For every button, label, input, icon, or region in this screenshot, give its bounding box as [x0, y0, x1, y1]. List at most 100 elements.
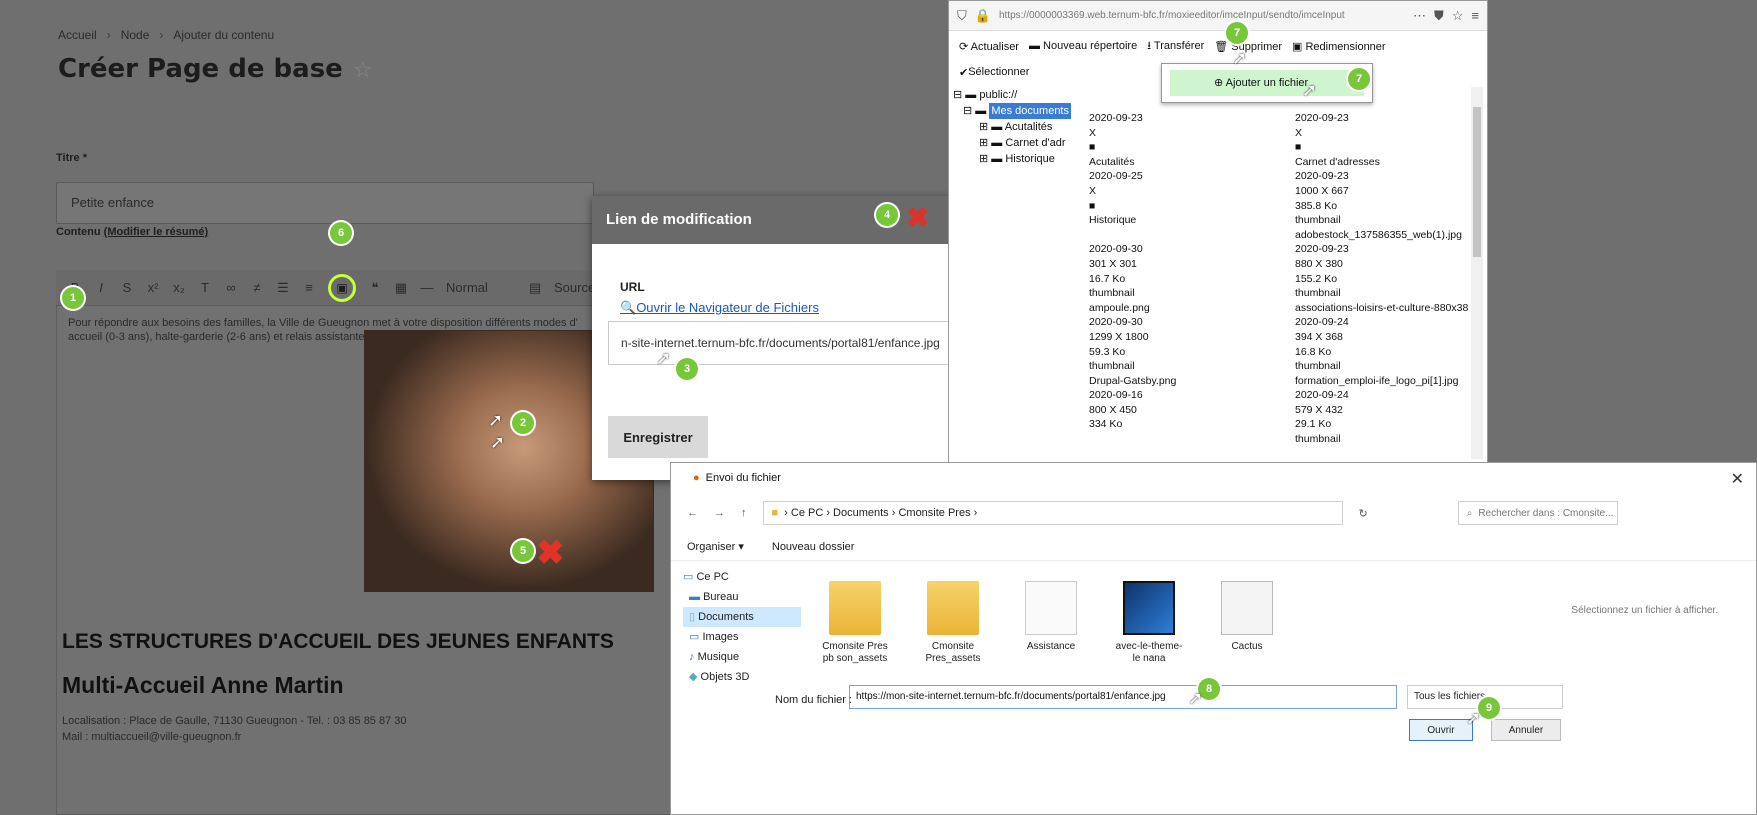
open-button[interactable]: Ouvrir — [1409, 719, 1473, 741]
file-column-2[interactable]: 2020-09-23 X ■ Carnet d'adresses 2020-09-23 1… — [1295, 111, 1481, 447]
file-grid-cell[interactable]: X — [1089, 184, 1289, 199]
file-item[interactable]: avec-le-theme-le nana — [1113, 581, 1185, 665]
open-file-browser-link[interactable]: 🔍Ouvrir le Navigateur de Fichiers — [620, 300, 819, 316]
file-column-1[interactable]: 2020-09-23 X ■ Acutalités 2020-09-25 X ■ Histor… — [1089, 111, 1289, 432]
file-grid-scrollbar[interactable] — [1471, 87, 1483, 459]
star-icon[interactable]: ☆ — [353, 58, 373, 83]
clear-format-icon[interactable]: T — [198, 280, 212, 295]
file-grid-cell[interactable]: 16.8 Ko — [1295, 345, 1481, 360]
organize-button[interactable]: Organiser ▾ — [687, 540, 744, 553]
file-grid-cell[interactable]: thumbnail — [1295, 432, 1481, 447]
side-item-images[interactable]: ▭ Images — [683, 627, 801, 647]
file-item[interactable]: Cmonsite Pres_assets — [917, 581, 989, 665]
file-grid-cell[interactable]: 2020-09-24 — [1295, 388, 1481, 403]
file-item[interactable]: Cmonsite Pres pb son_assets — [819, 581, 891, 665]
side-item-pc[interactable]: ▭ Ce PC — [683, 567, 801, 587]
file-grid-cell[interactable]: 2020-09-23 — [1295, 242, 1481, 257]
file-grid-cell[interactable]: 579 X 432 — [1295, 403, 1481, 418]
side-item-documents[interactable]: ▯ Documents — [683, 607, 801, 627]
close-icon[interactable]: ✕ — [1731, 469, 1744, 489]
italic-icon[interactable]: I — [94, 280, 108, 295]
back-icon[interactable]: ← — [687, 507, 698, 519]
pocket-icon[interactable]: ⛊ — [1434, 8, 1444, 24]
refresh-button[interactable]: ⟳ Actualiser — [959, 40, 1019, 53]
file-grid-cell[interactable]: 2020-09-30 — [1089, 242, 1289, 257]
file-grid-cell[interactable]: associations-loisirs-et-culture-880x38 — [1295, 301, 1481, 316]
forward-icon[interactable]: → — [714, 507, 725, 519]
upload-button[interactable]: ⭳ Transférer — [1147, 37, 1204, 56]
file-grid-cell[interactable]: 385.8 Ko — [1295, 199, 1481, 214]
bullet-list-icon[interactable]: ☰ — [276, 280, 290, 296]
breadcrumb-node[interactable]: Node — [121, 28, 150, 42]
superscript-icon[interactable]: x² — [146, 280, 160, 295]
tree-item-carnet[interactable]: ⊞ ▬ Carnet d'adr — [953, 135, 1079, 151]
file-item[interactable]: Cactus — [1211, 581, 1283, 665]
file-grid-cell[interactable]: adobestock_137586355_web(1).jpg — [1295, 228, 1481, 243]
hr-icon[interactable]: — — [420, 280, 434, 295]
link-icon[interactable]: ∞ — [224, 280, 238, 295]
file-grid-cell[interactable]: 2020-09-16 — [1089, 388, 1289, 403]
file-grid-cell[interactable]: 1299 X 1800 — [1089, 330, 1289, 345]
file-grid-cell[interactable]: 800 X 450 — [1089, 403, 1289, 418]
tree-item-public[interactable]: ⊟ ▬ public:// — [953, 87, 1079, 103]
cancel-button[interactable]: Annuler — [1491, 719, 1561, 741]
insert-image-icon[interactable]: ▣ — [328, 273, 356, 302]
file-grid-cell[interactable]: formation_emploi-ife_logo_pi[1].jpg — [1295, 374, 1481, 389]
file-grid-cell[interactable]: 1000 X 667 — [1295, 184, 1481, 199]
edit-summary-link[interactable]: (Modifier le résumé) — [104, 226, 209, 238]
file-grid-cell[interactable]: 2020-09-23 — [1295, 169, 1481, 184]
path-bar[interactable]: ■ › Ce PC › Documents › Cmonsite Pres › — [762, 501, 1343, 525]
file-grid-cell[interactable]: ■ — [1089, 199, 1289, 214]
new-folder-button[interactable]: ▬ Nouveau répertoire — [1029, 40, 1137, 52]
quote-icon[interactable]: ❝ — [368, 280, 382, 296]
side-item-desktop[interactable]: ▬ Bureau — [683, 587, 801, 607]
tree-item-historique[interactable]: ⊞ ▬ Historique — [953, 151, 1079, 167]
file-grid-cell[interactable]: 29.1 Ko — [1295, 417, 1481, 432]
side-item-3d[interactable]: ◆ Objets 3D — [683, 667, 801, 687]
strike-icon[interactable]: S — [120, 280, 134, 295]
file-item[interactable]: Assistance — [1015, 581, 1087, 665]
source-button[interactable]: Source — [554, 280, 595, 295]
file-grid-cell[interactable]: 155.2 Ko — [1295, 272, 1481, 287]
format-select[interactable]: Normal — [446, 280, 516, 295]
file-grid-cell[interactable]: 2020-09-30 — [1089, 315, 1289, 330]
file-grid-cell[interactable]: X — [1295, 126, 1481, 141]
file-grid-cell[interactable]: X — [1089, 126, 1289, 141]
file-grid-cell[interactable]: 59.3 Ko — [1089, 345, 1289, 360]
file-grid-cell[interactable]: Carnet d'adresses — [1295, 155, 1481, 170]
filename-input[interactable]: https://mon-site-internet.ternum-bfc.fr/… — [849, 685, 1397, 709]
breadcrumb-home[interactable]: Accueil — [58, 28, 97, 42]
refresh-icon[interactable]: ↻ — [1359, 507, 1368, 520]
file-grid-cell[interactable]: Acutalités — [1089, 155, 1289, 170]
file-grid-cell[interactable]: Historique — [1089, 213, 1289, 228]
breadcrumb-add-content[interactable]: Ajouter du contenu — [173, 28, 274, 42]
file-grid-cell[interactable]: 16.7 Ko — [1089, 272, 1289, 287]
file-grid-cell[interactable]: 2020-09-25 — [1089, 169, 1289, 184]
close-icon[interactable]: ✖ — [906, 204, 932, 232]
file-grid-cell[interactable]: ampoule.png — [1089, 301, 1289, 316]
number-list-icon[interactable]: ≡ — [302, 280, 316, 295]
side-item-music[interactable]: ♪ Musique — [683, 647, 801, 667]
title-input[interactable]: Petite enfance — [56, 182, 594, 224]
more-icon[interactable]: ⋯ — [1413, 8, 1426, 24]
up-icon[interactable]: ↑ — [741, 507, 747, 519]
file-grid-cell[interactable]: 2020-09-23 — [1089, 111, 1289, 126]
resize-button[interactable]: ▣ Redimensionner — [1292, 40, 1386, 53]
file-grid-cell[interactable]: thumbnail — [1295, 359, 1481, 374]
file-grid-cell[interactable]: thumbnail — [1295, 286, 1481, 301]
file-grid-cell[interactable] — [1089, 228, 1289, 243]
tree-item-actualites[interactable]: ⊞ ▬ Acutalités — [953, 119, 1079, 135]
file-grid-cell[interactable]: 334 Ko — [1089, 417, 1289, 432]
address-url[interactable]: https://0000003369.web.ternum-bfc.fr/mox… — [999, 10, 1405, 21]
table-icon[interactable]: ▦ — [394, 280, 408, 296]
menu-icon[interactable]: ≡ — [1471, 8, 1479, 23]
file-grid-cell[interactable]: Drupal-Gatsby.png — [1089, 374, 1289, 389]
file-grid-cell[interactable]: thumbnail — [1089, 359, 1289, 374]
file-grid-cell[interactable]: 394 X 368 — [1295, 330, 1481, 345]
shield-icon[interactable]: ⛉ — [957, 8, 967, 24]
subscript-icon[interactable]: x₂ — [172, 280, 186, 295]
search-field[interactable]: ⌕ Rechercher dans : Cmonsite... — [1457, 501, 1618, 525]
file-grid-cell[interactable]: ■ — [1295, 140, 1481, 155]
tree-item-mes-documents[interactable]: ⊟ ▬ Mes documents — [953, 103, 1079, 119]
file-grid-cell[interactable]: ■ — [1089, 140, 1289, 155]
